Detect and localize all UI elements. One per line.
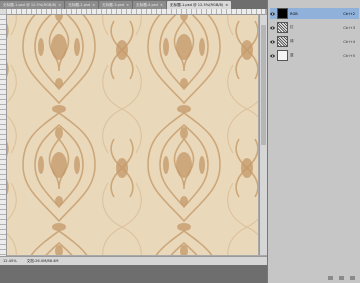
doc-tab-1[interactable]: 无标题-1.psd @ 12.5%(RGB/8) × [0, 1, 65, 9]
channels-panel: RGB Ctrl+2 红 Ctrl+3 绿 Ctrl+4 蓝 Ctrl+5 [267, 0, 360, 283]
zoom-level[interactable]: 12.45% [3, 259, 17, 263]
tab-label: 无标题-2.psd [68, 3, 91, 7]
damask-pattern-image [7, 15, 258, 255]
close-icon[interactable]: × [58, 1, 61, 9]
close-icon[interactable]: × [225, 1, 228, 9]
doc-tab-2[interactable]: 无标题-2.psd × [65, 1, 99, 9]
load-selection-icon[interactable] [328, 276, 333, 280]
tab-label: 无标题-4.psd [136, 3, 158, 7]
workspace-background [0, 265, 267, 283]
channel-name: RGB [290, 11, 298, 16]
tab-label: 无标题-3.psd [102, 3, 125, 7]
scrollbar-thumb[interactable] [261, 25, 266, 145]
channel-row-rgb[interactable]: RGB Ctrl+2 [270, 8, 359, 19]
document-size: 文档:26.0M/88.4M [26, 258, 59, 263]
channel-thumbnail [277, 8, 288, 19]
channel-name: 蓝 [290, 53, 294, 57]
eye-icon[interactable] [270, 11, 275, 16]
channel-row-green[interactable]: 绿 Ctrl+4 [270, 36, 359, 47]
doc-tab-5-active[interactable]: 无标题-1.psd @ 12.5%(RGB/8) × [166, 1, 232, 9]
status-bar: 12.45% 文档:26.0M/88.4M [0, 256, 270, 265]
close-icon[interactable]: × [126, 1, 129, 9]
new-channel-icon[interactable] [339, 276, 344, 280]
tab-label: 无标题-1.psd @ 12.5%(RGB/8) [169, 3, 224, 7]
document-tab-bar: 无标题-1.psd @ 12.5%(RGB/8) × 无标题-2.psd × 无标题… [0, 0, 267, 9]
close-icon[interactable]: × [92, 1, 95, 9]
vertical-ruler[interactable] [0, 14, 7, 264]
channel-thumbnail [277, 22, 288, 33]
channel-shortcut: Ctrl+4 [343, 39, 355, 44]
channel-thumbnail [277, 36, 288, 47]
channel-name: 红 [290, 25, 294, 29]
channel-thumbnail [277, 50, 288, 61]
tab-label: 无标题-1.psd @ 12.5%(RGB/8) [3, 3, 57, 7]
trash-icon[interactable] [350, 276, 355, 280]
document-canvas[interactable] [7, 15, 258, 255]
close-icon[interactable]: × [160, 1, 163, 9]
panel-footer-toolbar [270, 275, 359, 281]
channel-row-blue[interactable]: 蓝 Ctrl+5 [270, 50, 359, 61]
eye-icon[interactable] [270, 39, 275, 44]
channel-shortcut: Ctrl+2 [343, 11, 355, 16]
doc-tab-3[interactable]: 无标题-3.psd × [99, 1, 133, 9]
channel-shortcut: Ctrl+3 [343, 25, 355, 30]
channel-name: 绿 [290, 39, 294, 43]
channel-shortcut: Ctrl+5 [343, 53, 355, 58]
eye-icon[interactable] [270, 53, 275, 58]
doc-tab-4[interactable]: 无标题-4.psd × [133, 1, 166, 9]
vertical-scrollbar[interactable] [259, 15, 267, 255]
eye-icon[interactable] [270, 25, 275, 30]
channel-row-red[interactable]: 红 Ctrl+3 [270, 22, 359, 33]
